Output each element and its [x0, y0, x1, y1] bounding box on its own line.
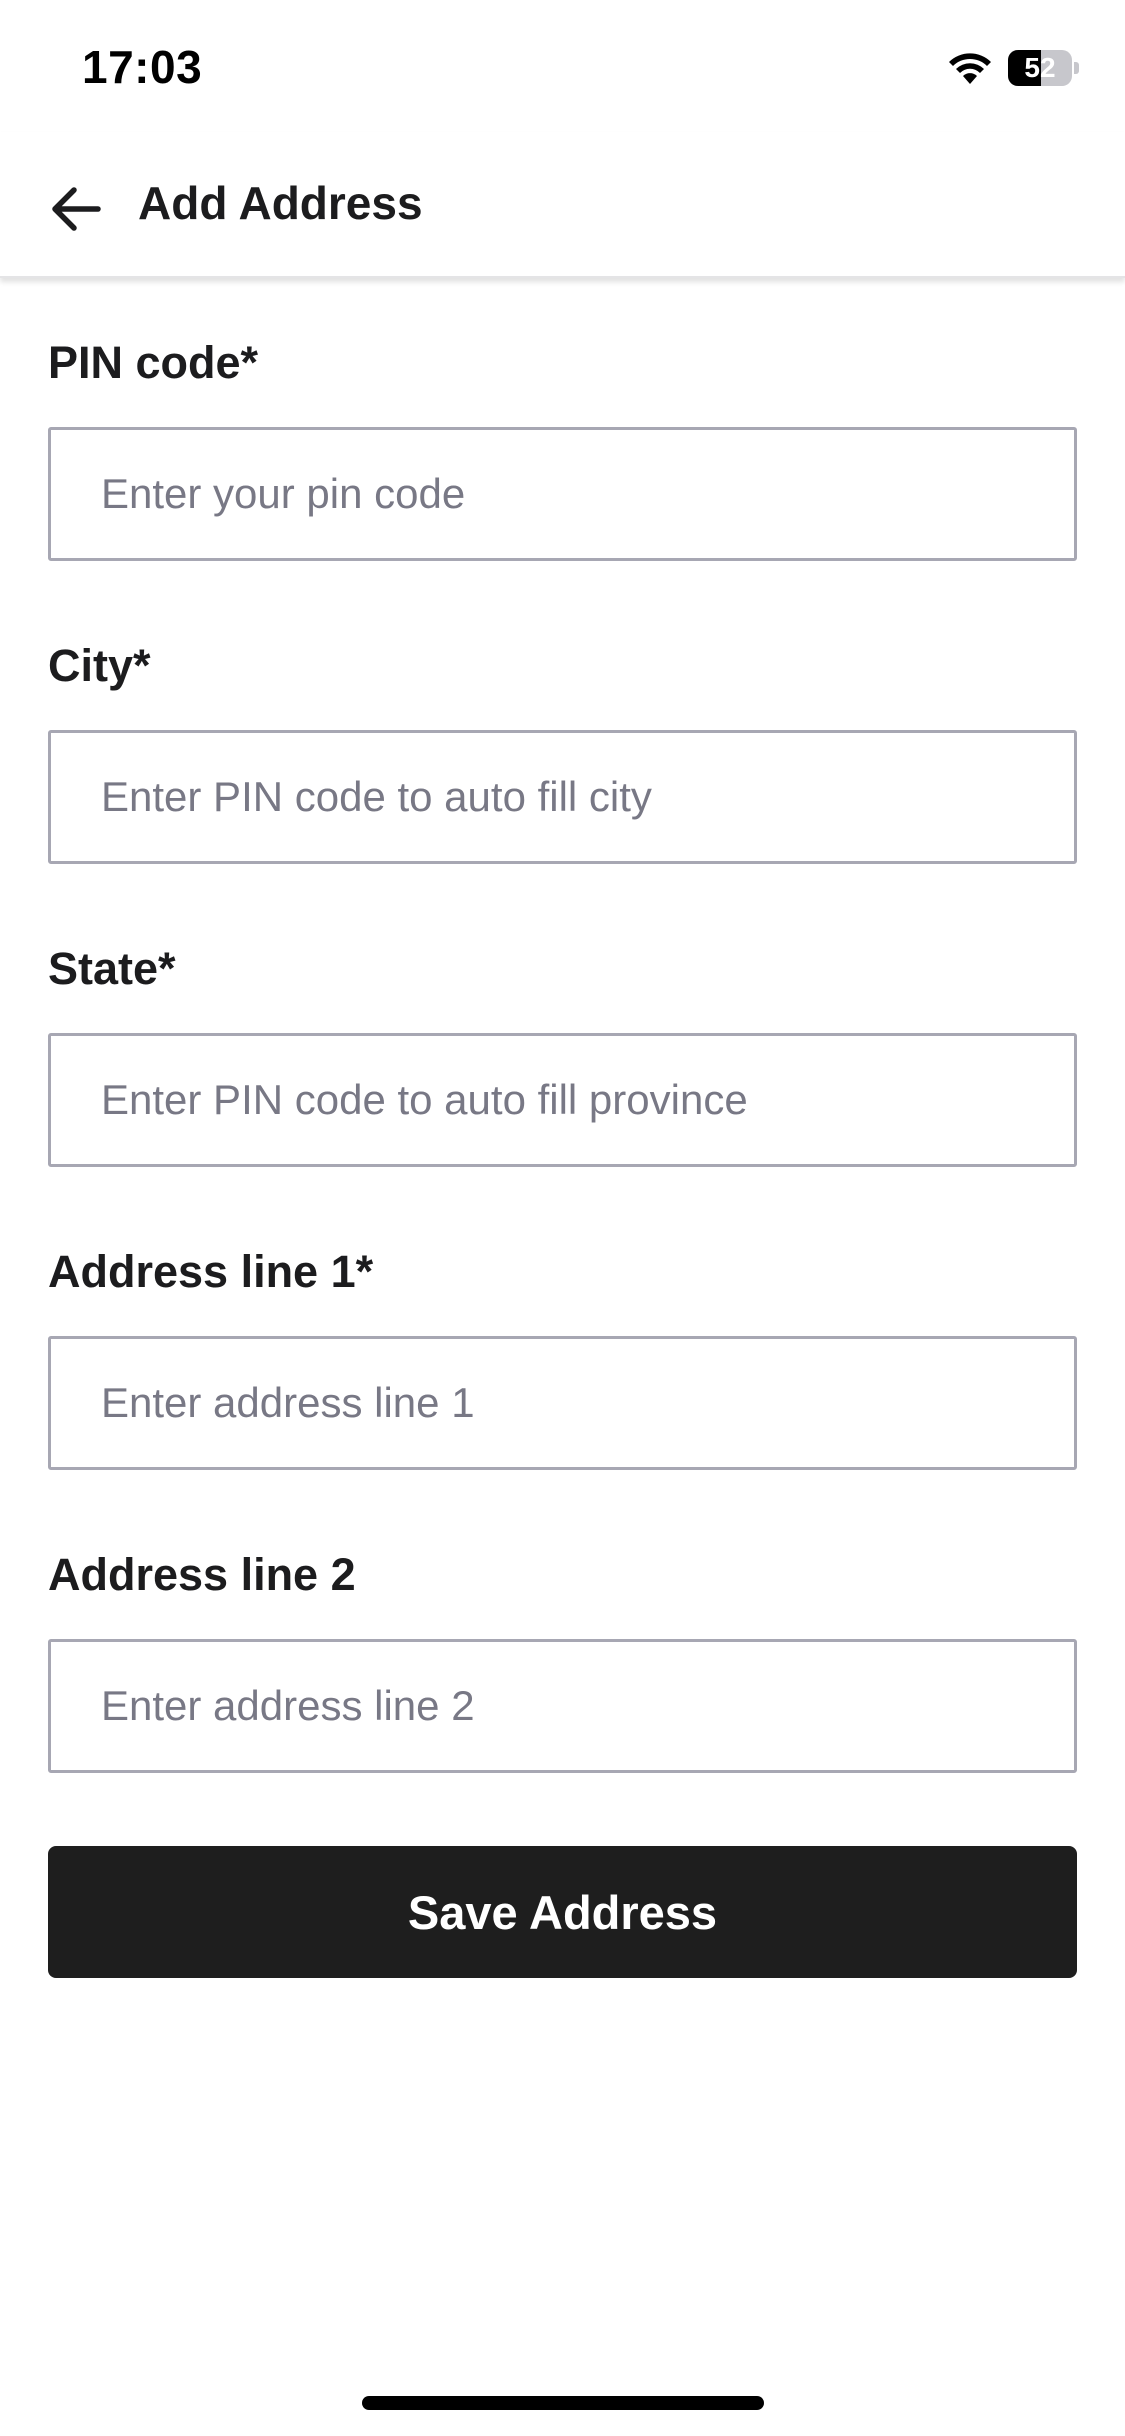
state-field: State* — [48, 941, 1077, 1244]
battery-icon: 52 — [1008, 50, 1079, 86]
address-line-1-field: Address line 1* — [48, 1244, 1077, 1547]
arrow-left-icon — [52, 187, 101, 231]
state-label: State* — [48, 943, 176, 994]
address-line-1-label: Address line 1* — [48, 1246, 374, 1297]
city-label: City* — [48, 640, 151, 691]
battery-level: 52 — [1024, 52, 1056, 83]
city-field: City* — [48, 638, 1077, 941]
pin-code-field: PIN code* — [48, 335, 1077, 638]
back-button[interactable] — [36, 170, 114, 248]
address-line-2-field: Address line 2 — [48, 1547, 1077, 1850]
app-header: Add Address — [0, 132, 1125, 278]
address-line-1-input[interactable] — [48, 1336, 1077, 1470]
page-title: Add Address — [138, 177, 423, 229]
wifi-icon — [945, 48, 995, 88]
city-input[interactable] — [48, 730, 1077, 864]
add-address-form: PIN code* City* State* Address line 1* A… — [48, 335, 1077, 1850]
status-bar: 17:03 52 — [0, 0, 1125, 132]
state-input[interactable] — [48, 1033, 1077, 1167]
home-indicator — [362, 2396, 764, 2410]
save-address-button[interactable]: Save Address — [48, 1846, 1077, 1978]
pin-code-input[interactable] — [48, 427, 1077, 561]
address-line-2-label: Address line 2 — [48, 1549, 356, 1600]
battery-body: 52 — [1008, 50, 1072, 86]
pin-code-label: PIN code* — [48, 337, 259, 388]
status-time: 17:03 — [82, 41, 203, 93]
battery-cap — [1074, 62, 1079, 74]
address-line-2-input[interactable] — [48, 1639, 1077, 1773]
